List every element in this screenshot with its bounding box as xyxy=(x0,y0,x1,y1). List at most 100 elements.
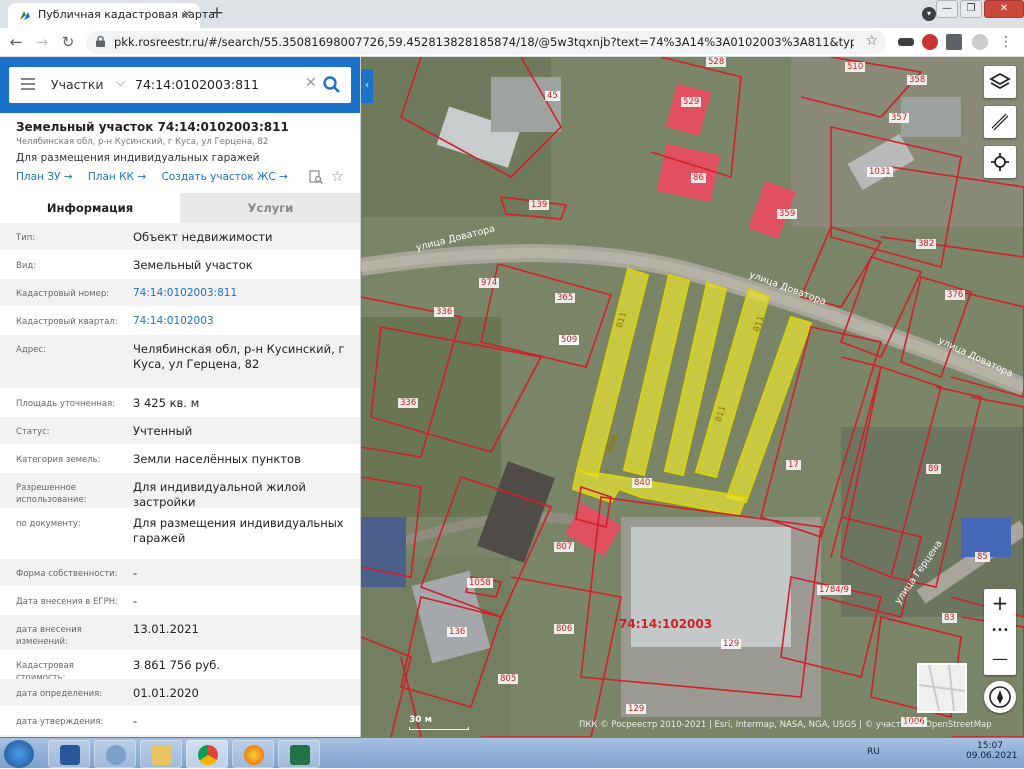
bookmark-star-icon[interactable]: ☆ xyxy=(865,33,878,49)
attribute-value: Земли населённых пунктов xyxy=(133,452,301,466)
clear-icon[interactable]: ✕ xyxy=(305,75,317,91)
browser-tab[interactable]: Публичная кадастровая карта × xyxy=(8,3,215,28)
create-parcel-link[interactable]: Создать участок ЖС → xyxy=(162,171,288,183)
parcel-number-label[interactable]: 365 xyxy=(555,293,576,303)
parcel-number-label[interactable]: 509 xyxy=(559,335,580,345)
search-input[interactable]: 74:14:0102003:811 xyxy=(135,77,259,92)
parcel-number-label[interactable]: 336 xyxy=(398,398,419,408)
search-box[interactable]: Участки ⌵ 74:14:0102003:811 ✕ xyxy=(9,67,351,103)
parcel-number-label[interactable]: 528 xyxy=(706,57,727,67)
minimap-image xyxy=(919,665,965,711)
lock-icon xyxy=(96,36,105,47)
favorite-star-icon[interactable]: ☆ xyxy=(331,169,344,185)
parcel-number-label[interactable]: 1058 xyxy=(467,578,493,588)
rosreestr-favicon-icon xyxy=(20,11,30,20)
language-indicator[interactable]: RU xyxy=(867,747,880,757)
attribute-row: Тип: Объект недвижимости xyxy=(0,223,360,251)
attribute-link[interactable]: 74:14:0102003 xyxy=(133,314,355,329)
zoom-in-button[interactable]: + xyxy=(984,589,1016,617)
clock-time: 15:07 xyxy=(977,741,1003,751)
search-bar: Участки ⌵ 74:14:0102003:811 ✕ xyxy=(0,57,360,113)
maximize-button[interactable]: ❐ xyxy=(960,0,982,18)
plan-kk-link[interactable]: План КК → xyxy=(88,171,146,183)
attribute-link[interactable]: 74:14:0102003:811 xyxy=(133,286,355,301)
taskbar-word[interactable] xyxy=(48,740,90,768)
parcel-number-label[interactable]: 376 xyxy=(945,290,966,300)
parcel-number-label[interactable]: 806 xyxy=(554,624,575,634)
zoom-out-button[interactable]: — xyxy=(984,645,1016,673)
parcel-number-label[interactable]: 129 xyxy=(626,704,647,714)
zoom-more-button[interactable]: ••• xyxy=(984,617,1016,645)
taskbar-chrome[interactable] xyxy=(186,740,228,768)
chevron-down-icon[interactable]: ⌵ xyxy=(116,75,125,90)
parcel-number-label[interactable]: 86 xyxy=(691,173,706,183)
tab-close-icon[interactable]: × xyxy=(182,7,192,21)
measure-button[interactable] xyxy=(984,106,1016,138)
taskbar-excel[interactable] xyxy=(278,740,320,768)
back-button[interactable]: ← xyxy=(6,33,26,51)
parcel-number-label[interactable]: 1784/9 xyxy=(817,585,851,595)
cadastral-map[interactable]: улица Доватора улица Доватора улица Дова… xyxy=(361,57,1024,737)
start-button[interactable] xyxy=(4,740,34,768)
windows-taskbar: RU 15:07 09.06.2021 xyxy=(0,737,1024,768)
parcel-number-label[interactable]: 89 xyxy=(926,464,941,474)
extension-dark-icon[interactable] xyxy=(898,38,914,46)
parcel-number-label[interactable]: 1031 xyxy=(867,167,893,177)
taskbar-search-tool[interactable] xyxy=(94,740,136,768)
parcel-number-label[interactable]: 840 xyxy=(632,478,653,488)
tab-services[interactable]: Услуги xyxy=(180,193,360,223)
layers-button[interactable] xyxy=(984,66,1016,98)
search-type-select[interactable]: Участки xyxy=(51,77,104,92)
minimize-button[interactable]: — xyxy=(936,0,958,18)
compass-icon xyxy=(989,686,1011,708)
parcel-number-label[interactable]: 359 xyxy=(777,209,798,219)
hamburger-menu-icon[interactable] xyxy=(21,78,35,90)
parcel-number-label[interactable]: 139 xyxy=(529,200,550,210)
parcel-number-label[interactable]: 85 xyxy=(975,552,990,562)
locate-button[interactable] xyxy=(984,146,1016,178)
browser-toolbar: ← → ↻ pkk.rosreestr.ru/#/search/55.35081… xyxy=(0,28,1024,57)
parcel-number-label[interactable]: 358 xyxy=(907,75,928,85)
parcel-number-label[interactable]: 357 xyxy=(889,113,910,123)
taskbar-firefox[interactable] xyxy=(232,740,274,768)
collapse-panel-button[interactable]: ‹ xyxy=(361,69,373,103)
attribute-row: Адрес: Челябинская обл, р-н Кусинский, г … xyxy=(0,335,360,389)
extensions-puzzle-icon[interactable] xyxy=(946,34,962,50)
parcel-number-label[interactable]: 45 xyxy=(545,91,560,101)
document-search-icon[interactable] xyxy=(309,170,323,184)
parcel-links: План ЗУ → План КК → Создать участок ЖС → xyxy=(16,171,300,183)
parcel-number-label[interactable]: 336 xyxy=(434,307,455,317)
plan-zu-link[interactable]: План ЗУ → xyxy=(16,171,73,183)
compass-button[interactable] xyxy=(984,681,1016,713)
chrome-menu-icon[interactable]: ⋮ xyxy=(998,34,1014,50)
parcel-number-label[interactable]: 805 xyxy=(498,674,519,684)
reload-button[interactable]: ↻ xyxy=(58,33,78,51)
window-close-button[interactable]: ✕ xyxy=(984,0,1024,18)
parcel-number-label[interactable]: 17 xyxy=(786,460,801,470)
attribute-row: Статус: Учтенный xyxy=(0,417,360,445)
tab-information[interactable]: Информация xyxy=(0,193,180,223)
word-icon xyxy=(60,745,80,765)
parcel-number-label[interactable]: 510 xyxy=(845,62,866,72)
crosshair-icon xyxy=(991,153,1009,171)
address-bar[interactable]: pkk.rosreestr.ru/#/search/55.35081698007… xyxy=(86,31,886,54)
forward-button[interactable]: → xyxy=(32,33,52,51)
search-icon[interactable] xyxy=(322,75,342,95)
parcel-number-label[interactable]: 83 xyxy=(942,613,957,623)
attribute-row: Кадастровый номер: 74:14:0102003:811 xyxy=(0,279,360,307)
extension-red-icon[interactable] xyxy=(922,34,938,50)
clock[interactable]: 15:07 09.06.2021 xyxy=(966,741,1018,761)
profile-avatar[interactable] xyxy=(972,34,988,50)
parcel-number-label[interactable]: 529 xyxy=(681,97,702,107)
parcel-number-label[interactable]: 974 xyxy=(479,278,500,288)
overview-minimap[interactable] xyxy=(917,663,967,713)
parcel-usage: Для размещения индивидуальных гаражей xyxy=(16,152,260,164)
parcel-number-label[interactable]: 382 xyxy=(916,239,937,249)
attribute-value: - xyxy=(133,714,138,728)
attribute-table: Тип: Объект недвижимости Вид: Земельный уча… xyxy=(0,223,360,737)
taskbar-explorer[interactable] xyxy=(140,740,182,768)
new-tab-button[interactable]: + xyxy=(207,3,227,23)
parcel-number-label[interactable]: 807 xyxy=(554,542,575,552)
parcel-number-label[interactable]: 136 xyxy=(447,627,468,637)
parcel-number-label[interactable]: 129 xyxy=(721,639,742,649)
